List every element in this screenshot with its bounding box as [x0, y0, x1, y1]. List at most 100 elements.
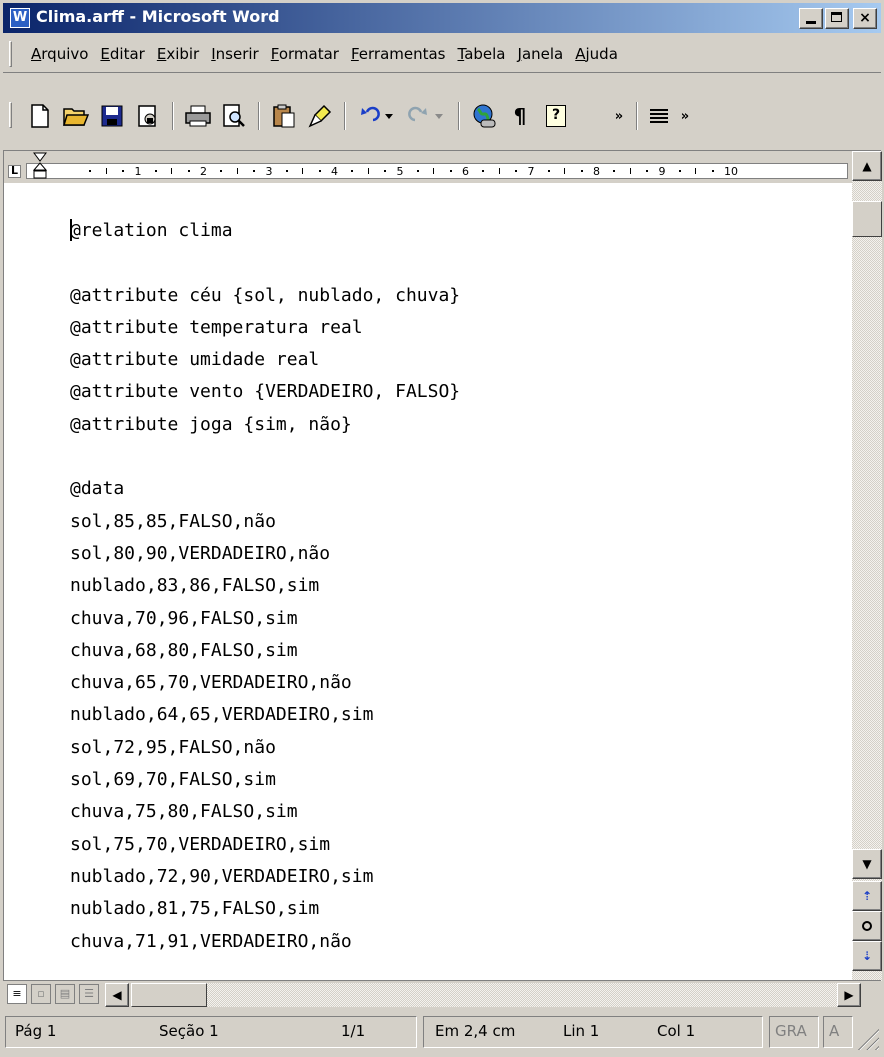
document-line[interactable]: chuva,75,80,FALSO,sim — [70, 796, 460, 828]
scroll-down-button[interactable]: ▼ — [852, 849, 882, 879]
document-line[interactable]: chuva,68,80,FALSO,sim — [70, 635, 460, 667]
title-bar[interactable]: W Clima.arff - Microsoft Word × — [3, 3, 881, 33]
double-up-icon: ⇡ — [861, 889, 873, 903]
chevron-more-icon: » — [614, 108, 624, 124]
toolbar-row: ¶ ? » » — [25, 100, 693, 132]
menu-janela[interactable]: Janela — [512, 45, 570, 63]
document-line[interactable]: sol,85,85,FALSO,não — [70, 506, 460, 538]
permission-button[interactable] — [133, 101, 163, 131]
vertical-scrollbar[interactable]: ▲ ▼ ⇡ ⇣ — [852, 151, 882, 981]
new-document-button[interactable] — [25, 101, 55, 131]
toolbar-options-button[interactable]: » — [611, 101, 627, 131]
toolbar-separator — [636, 102, 638, 130]
indent-marker-icon[interactable] — [33, 152, 47, 180]
document-line[interactable]: @attribute céu {sol, nublado, chuva} — [70, 280, 460, 312]
print-preview-button[interactable] — [219, 101, 249, 131]
document-line[interactable]: @attribute temperatura real — [70, 312, 460, 344]
pilcrow-icon: ¶ — [513, 104, 527, 128]
document-line[interactable]: chuva,65,70,VERDADEIRO,não — [70, 667, 460, 699]
document-line[interactable]: @relation clima — [70, 215, 460, 247]
menu-bar: Arquivo Editar Exibir Inserir Formatar Ferram… — [3, 36, 881, 73]
ruler-ticks: 1 2 3 4 5 6 7 8 9 10 — [27, 164, 847, 178]
open-button[interactable] — [61, 101, 91, 131]
maximize-button[interactable] — [825, 8, 849, 29]
tab-selector-button[interactable]: L — [8, 165, 21, 178]
menu-grip-handle[interactable] — [9, 41, 12, 67]
insert-hyperlink-button[interactable] — [469, 101, 499, 131]
formatting-options-button[interactable]: » — [677, 101, 693, 131]
menu-ferramentas[interactable]: Ferramentas — [345, 45, 452, 63]
redo-button[interactable] — [405, 101, 449, 131]
ruler-tick — [433, 168, 435, 174]
document-line[interactable]: sol,72,95,FALSO,não — [70, 732, 460, 764]
scroll-up-button[interactable]: ▲ — [852, 151, 882, 181]
normal-view-button[interactable]: ≡ — [7, 984, 27, 1004]
document-line[interactable]: nublado,64,65,VERDADEIRO,sim — [70, 699, 460, 731]
ruler-tick — [416, 170, 419, 172]
document-text[interactable]: @relation clima @attribute céu {sol, nubl… — [70, 215, 460, 958]
document-line[interactable] — [70, 441, 460, 473]
document-line[interactable]: @attribute vento {VERDADEIRO, FALSO} — [70, 376, 460, 408]
document-line[interactable]: @data — [70, 473, 460, 505]
ruler-tick — [236, 168, 238, 174]
horizontal-scroll-track[interactable] — [207, 983, 837, 1007]
ruler-tick — [89, 170, 92, 172]
document-line[interactable]: chuva,70,96,FALSO,sim — [70, 603, 460, 635]
menu-arquivo[interactable]: Arquivo — [25, 45, 94, 63]
close-icon: × — [859, 10, 871, 26]
scroll-thumb[interactable] — [852, 201, 882, 237]
document-line[interactable]: nublado,72,90,VERDADEIRO,sim — [70, 861, 460, 893]
menu-items: Arquivo Editar Exibir Inserir Formatar Ferram… — [25, 36, 624, 72]
document-line[interactable]: nublado,83,86,FALSO,sim — [70, 570, 460, 602]
minimize-button[interactable] — [799, 8, 823, 29]
document-line[interactable] — [70, 247, 460, 279]
horizontal-scroll-thumb[interactable] — [131, 983, 207, 1007]
toolbar-separator — [458, 102, 460, 130]
close-button[interactable]: × — [853, 8, 877, 29]
ruler-tick — [646, 170, 649, 172]
document-page[interactable]: @relation clima @attribute céu {sol, nubl… — [4, 183, 852, 981]
document-line[interactable]: sol,69,70,FALSO,sim — [70, 764, 460, 796]
document-line[interactable]: sol,75,70,VERDADEIRO,sim — [70, 829, 460, 861]
menu-ajuda[interactable]: Ajuda — [569, 45, 624, 63]
horizontal-ruler[interactable]: 1 2 3 4 5 6 7 8 9 10 — [26, 163, 848, 179]
menu-exibir[interactable]: Exibir — [151, 45, 205, 63]
menu-inserir[interactable]: Inserir — [205, 45, 265, 63]
document-line[interactable]: nublado,81,75,FALSO,sim — [70, 893, 460, 925]
align-button[interactable] — [647, 101, 671, 131]
toolbar-grip-handle[interactable] — [9, 102, 12, 128]
web-layout-view-button[interactable]: ▫ — [31, 984, 51, 1004]
scroll-right-button[interactable]: ▶ — [837, 983, 861, 1007]
select-browse-object-button[interactable] — [852, 911, 882, 941]
ruler-number: 10 — [724, 165, 738, 178]
redo-icon — [408, 106, 443, 122]
next-page-button[interactable]: ⇣ — [852, 941, 882, 971]
document-line[interactable]: chuva,71,91,VERDADEIRO,não — [70, 926, 460, 958]
help-button[interactable]: ? — [541, 101, 571, 131]
save-button[interactable] — [97, 101, 127, 131]
undo-button[interactable] — [355, 101, 399, 131]
show-formatting-button[interactable]: ¶ — [505, 101, 535, 131]
menu-editar[interactable]: Editar — [94, 45, 150, 63]
print-button[interactable] — [183, 101, 213, 131]
document-line[interactable]: @attribute umidade real — [70, 344, 460, 376]
document-line[interactable]: sol,80,90,VERDADEIRO,não — [70, 538, 460, 570]
format-painter-button[interactable] — [305, 101, 335, 131]
ruler-tick — [367, 168, 369, 174]
previous-page-button[interactable]: ⇡ — [852, 881, 882, 911]
scroll-left-button[interactable]: ◀ — [105, 983, 129, 1007]
ruler-tick — [711, 170, 714, 172]
word-app-icon[interactable]: W — [10, 8, 30, 28]
menu-tabela[interactable]: Tabela — [452, 45, 512, 63]
paste-icon — [273, 104, 295, 128]
print-layout-view-button[interactable]: ▤ — [55, 984, 75, 1004]
resize-grip-handle[interactable] — [857, 1028, 879, 1050]
menu-formatar[interactable]: Formatar — [265, 45, 345, 63]
standard-toolbar: ¶ ? » » — [3, 74, 881, 150]
outline-view-button[interactable]: ☰ — [79, 984, 99, 1004]
paste-button[interactable] — [269, 101, 299, 131]
open-folder-icon — [63, 108, 89, 126]
status-ovr: A — [829, 1022, 840, 1040]
ruler-number: 1 — [134, 165, 142, 178]
document-line[interactable]: @attribute joga {sim, não} — [70, 409, 460, 441]
